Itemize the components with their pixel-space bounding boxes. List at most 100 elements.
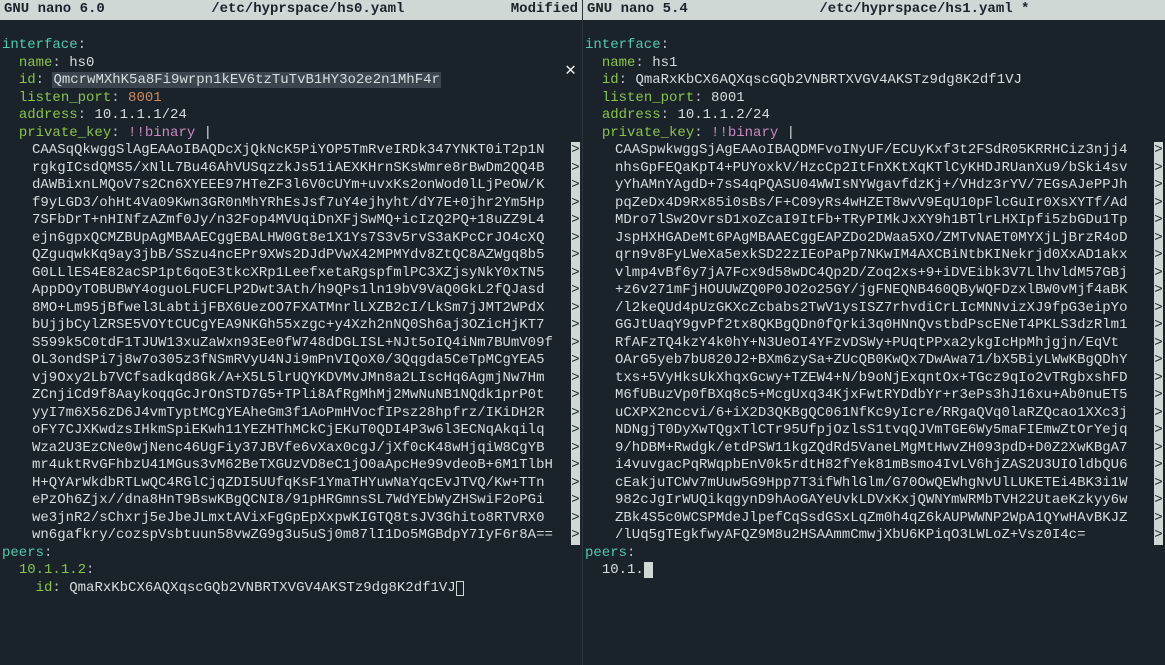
- binary-data-line: AppDOyTOBUBWY4oguoLFUCFLP2Dwt3Ath/h9QPs1…: [2, 282, 580, 300]
- line-overflow-indicator: >: [1154, 300, 1163, 318]
- line-overflow-indicator: >: [571, 177, 580, 195]
- line-overflow-indicator: >: [1154, 370, 1163, 388]
- binary-data-line: +z6v271mFjHOUUWZQ0P0JO2o25GY/jgFNEQNB460…: [585, 282, 1163, 300]
- file-path: /etc/hyprspace/hs0.yaml: [211, 1, 404, 19]
- line-overflow-indicator: >: [1154, 422, 1163, 440]
- binary-data-line: qrn9v8FyLWeXa5exkSD22zIEoPaPp7NKwIM4AXCB…: [585, 247, 1163, 265]
- app-name: GNU nano 6.0: [4, 1, 105, 19]
- binary-data-line: pqZeDx4D9Rx85i0sBs/F+C09yRs4wHZET8wvV9Eq…: [585, 195, 1163, 213]
- binary-data-line: MDro7lSw2OvrsD1xoZcaI9ItFb+TRyPIMkJxXY9h…: [585, 212, 1163, 230]
- binary-data-line: yyI7m6X56zD6J4vmTyptMCgYEAheGm3f1AoPmHVo…: [2, 405, 580, 423]
- binary-data-line: QZguqwkKq9ay3jbB/SSzu4ncEPr9XWs2DJdPVwX4…: [2, 247, 580, 265]
- line-overflow-indicator: >: [571, 300, 580, 318]
- line-overflow-indicator: >: [571, 230, 580, 248]
- binary-data-line: we3jnR2/sChxrj5eJbeJLmxtAVixFgGpEpXxpwKI…: [2, 510, 580, 528]
- line-overflow-indicator: >: [571, 142, 580, 160]
- line-overflow-indicator: >: [571, 457, 580, 475]
- line-overflow-indicator: >: [571, 282, 580, 300]
- line-overflow-indicator: >: [1154, 142, 1163, 160]
- line-overflow-indicator: >: [1154, 405, 1163, 423]
- app-name: GNU nano 5.4: [587, 1, 688, 19]
- line-overflow-indicator: >: [571, 422, 580, 440]
- line-overflow-indicator: >: [571, 352, 580, 370]
- binary-data-line: yYhAMnYAgdD+7sS4qPQASU04WWIsNYWgavfdzKj+…: [585, 177, 1163, 195]
- line-overflow-indicator: >: [571, 492, 580, 510]
- line-overflow-indicator: >: [571, 370, 580, 388]
- binary-data-line: RfAFzTQ4kzY4k0hY+N3UeOI4YFzvDSWy+PUqtPPx…: [585, 335, 1163, 353]
- line-overflow-indicator: >: [571, 247, 580, 265]
- nano-topbar-left: GNU nano 6.0 /etc/hyprspace/hs0.yaml Mod…: [0, 0, 582, 20]
- line-overflow-indicator: >: [1154, 335, 1163, 353]
- binary-data-line: NDNgjT0DyXwTQgxTlCTr95UfpjOzlsS1tvqQJVmT…: [585, 422, 1163, 440]
- cursor-right: [644, 562, 653, 578]
- binary-data-line: oFY7CJXKwdzsIHkmSpiEKwh11YEZHThMCkCjEKuT…: [2, 422, 580, 440]
- binary-data-line: /lUq5gTEgkfwyAFQZ9M8u2HSAAmmCmwjXbU6KPiq…: [585, 527, 1163, 545]
- editor-content-left[interactable]: interface: name: hs0 id: QmcrwMXhK5a8Fi9…: [0, 20, 582, 615]
- line-overflow-indicator: >: [1154, 317, 1163, 335]
- line-overflow-indicator: >: [571, 387, 580, 405]
- binary-data-line: ZBk4S5c0WCSPMdeJlpefCqSsdGSxLqZm0h4qZ6kA…: [585, 510, 1163, 528]
- line-overflow-indicator: >: [1154, 160, 1163, 178]
- cursor-left: [456, 581, 464, 596]
- binary-data-line: ejn6gpxQCMZBUpAgMBAAECggEBALHW0Gt8e1X1Ys…: [2, 230, 580, 248]
- line-overflow-indicator: >: [571, 527, 580, 545]
- close-icon[interactable]: ✕: [565, 60, 576, 83]
- line-overflow-indicator: >: [571, 160, 580, 178]
- line-overflow-indicator: >: [571, 510, 580, 528]
- line-overflow-indicator: >: [571, 405, 580, 423]
- binary-data-line: vj9Oxy2Lb7VCfsadkqd8Gk/A+X5L5lrUQYKDVMvJ…: [2, 370, 580, 388]
- line-overflow-indicator: >: [1154, 265, 1163, 283]
- binary-data-line: rgkgICsdQMS5/xNlL7Bu46AhVUSqzzkJs51iAEXK…: [2, 160, 580, 178]
- binary-data-line: mr4uktRvGFhbzU41MGus3vM62BeTXGUzVD8eC1jO…: [2, 457, 580, 475]
- line-overflow-indicator: >: [1154, 527, 1163, 545]
- binary-data-line: GGJtUaqY9gvPf2tx8QKBgQDn0fQrki3q0HNnQvst…: [585, 317, 1163, 335]
- line-overflow-indicator: >: [571, 195, 580, 213]
- line-overflow-indicator: >: [1154, 282, 1163, 300]
- line-overflow-indicator: >: [1154, 195, 1163, 213]
- binary-data-line: i4vuvgacPqRWqpbEnV0k5rdtH82fYek81mBsmo4I…: [585, 457, 1163, 475]
- file-status: Modified: [511, 1, 578, 19]
- line-overflow-indicator: >: [1154, 247, 1163, 265]
- line-overflow-indicator: >: [1154, 475, 1163, 493]
- binary-data-line: H+QYArWkdbRTLwQC4RGlCjqZDI5UUfqKsF1YmaTH…: [2, 475, 580, 493]
- line-overflow-indicator: >: [1154, 212, 1163, 230]
- editor-pane-left: GNU nano 6.0 /etc/hyprspace/hs0.yaml Mod…: [0, 0, 583, 665]
- line-overflow-indicator: >: [571, 440, 580, 458]
- binary-data-line: Wza2U3EzCNe0wjNenc46UgFiy37JBVfe6vXax0cg…: [2, 440, 580, 458]
- binary-data-line: vlmp4vBf6y7jA7Fcx9d58wDC4Qp2D/Zoq2xs+9+i…: [585, 265, 1163, 283]
- binary-data-line: ePzOh6Zjx//dna8HnT9BswKBgQCNI8/91pHRGmns…: [2, 492, 580, 510]
- binary-data-line: dAWBixnLMQoV7s2Cn6XYEEE97HTeZF3l6V0cUYm+…: [2, 177, 580, 195]
- line-overflow-indicator: >: [571, 475, 580, 493]
- line-overflow-indicator: >: [1154, 352, 1163, 370]
- line-overflow-indicator: >: [1154, 177, 1163, 195]
- binary-data-line: S599k5C0tdF1TJUW13xuZaWxn93Ee0fW748dDGLI…: [2, 335, 580, 353]
- line-overflow-indicator: >: [1154, 387, 1163, 405]
- binary-data-line: wn6gafkry/cozspVsbtuun58vwZG9g3u5uSj0m87…: [2, 527, 580, 545]
- binary-data-line: /l2keQUd4pUzGKXcZcbabs2TwV1ysISZ7rhvdiCr…: [585, 300, 1163, 318]
- binary-data-line: JspHXHGADeMt6PAgMBAAECggEAPZDo2DWaa5XO/Z…: [585, 230, 1163, 248]
- file-path: /etc/hyprspace/hs1.yaml *: [819, 1, 1029, 19]
- binary-data-line: 982cJgIrWUQikqgynD9hAoGAYeUvkLDVxKxjQWNY…: [585, 492, 1163, 510]
- binary-data-line: OArG5yeb7bU820J2+BXm6zySa+ZUcQB0KwQx7DwA…: [585, 352, 1163, 370]
- binary-data-line: CAASqQkwggSlAgEAAoIBAQDcXjQkNcK5PiYOP5Tm…: [2, 142, 580, 160]
- editor-content-right[interactable]: interface: name: hs1 id: QmaRxKbCX6AQXqs…: [583, 20, 1165, 598]
- line-overflow-indicator: >: [1154, 230, 1163, 248]
- binary-data-line: 7SFbDrT+nHINfzAZmf0Jy/n32Fop4MVUqiDnXFjS…: [2, 212, 580, 230]
- line-overflow-indicator: >: [1154, 510, 1163, 528]
- binary-data-line: CAASpwkwggSjAgEAAoIBAQDMFvoINyUF/ECUyKxf…: [585, 142, 1163, 160]
- binary-data-line: nhsGpFEQaKpT4+PUYoxkV/HzcCp2ItFnXKtXqKTl…: [585, 160, 1163, 178]
- binary-data-line: uCXPX2nccvi/6+iX2D3QKBgQC061NfKc9yIcre/R…: [585, 405, 1163, 423]
- editor-pane-right: GNU nano 5.4 /etc/hyprspace/hs1.yaml * i…: [583, 0, 1165, 665]
- binary-data-line: f9yLGD3/ohHt4Va09Kwn3GR0nMhYRhEsJsf7uY4e…: [2, 195, 580, 213]
- binary-data-line: M6fUBuzVp0fBXq8c5+McgUxq34KjxFwtRYDdbYr+…: [585, 387, 1163, 405]
- line-overflow-indicator: >: [571, 335, 580, 353]
- binary-data-line: bUjjbCylZRSE5VOYtCUCgYEA9NKGh55xzgc+y4Xz…: [2, 317, 580, 335]
- line-overflow-indicator: >: [571, 212, 580, 230]
- line-overflow-indicator: >: [1154, 457, 1163, 475]
- line-overflow-indicator: >: [1154, 492, 1163, 510]
- binary-data-line: G0LLlES4E82acSP1pt6qoE3tkcXRp1LeefxetaRg…: [2, 265, 580, 283]
- binary-data-line: txs+5VyHksUkXhqxGcwy+TZEW4+N/b9oNjExqntO…: [585, 370, 1163, 388]
- binary-data-line: OL3ondSPi7j8w7o305z3fNSmRVyU4NJi9mPnVIQo…: [2, 352, 580, 370]
- line-overflow-indicator: >: [571, 265, 580, 283]
- binary-data-line: cEakjuTCWv7mUuw5G9Hpp7T3ifWhlGlm/G70OwQE…: [585, 475, 1163, 493]
